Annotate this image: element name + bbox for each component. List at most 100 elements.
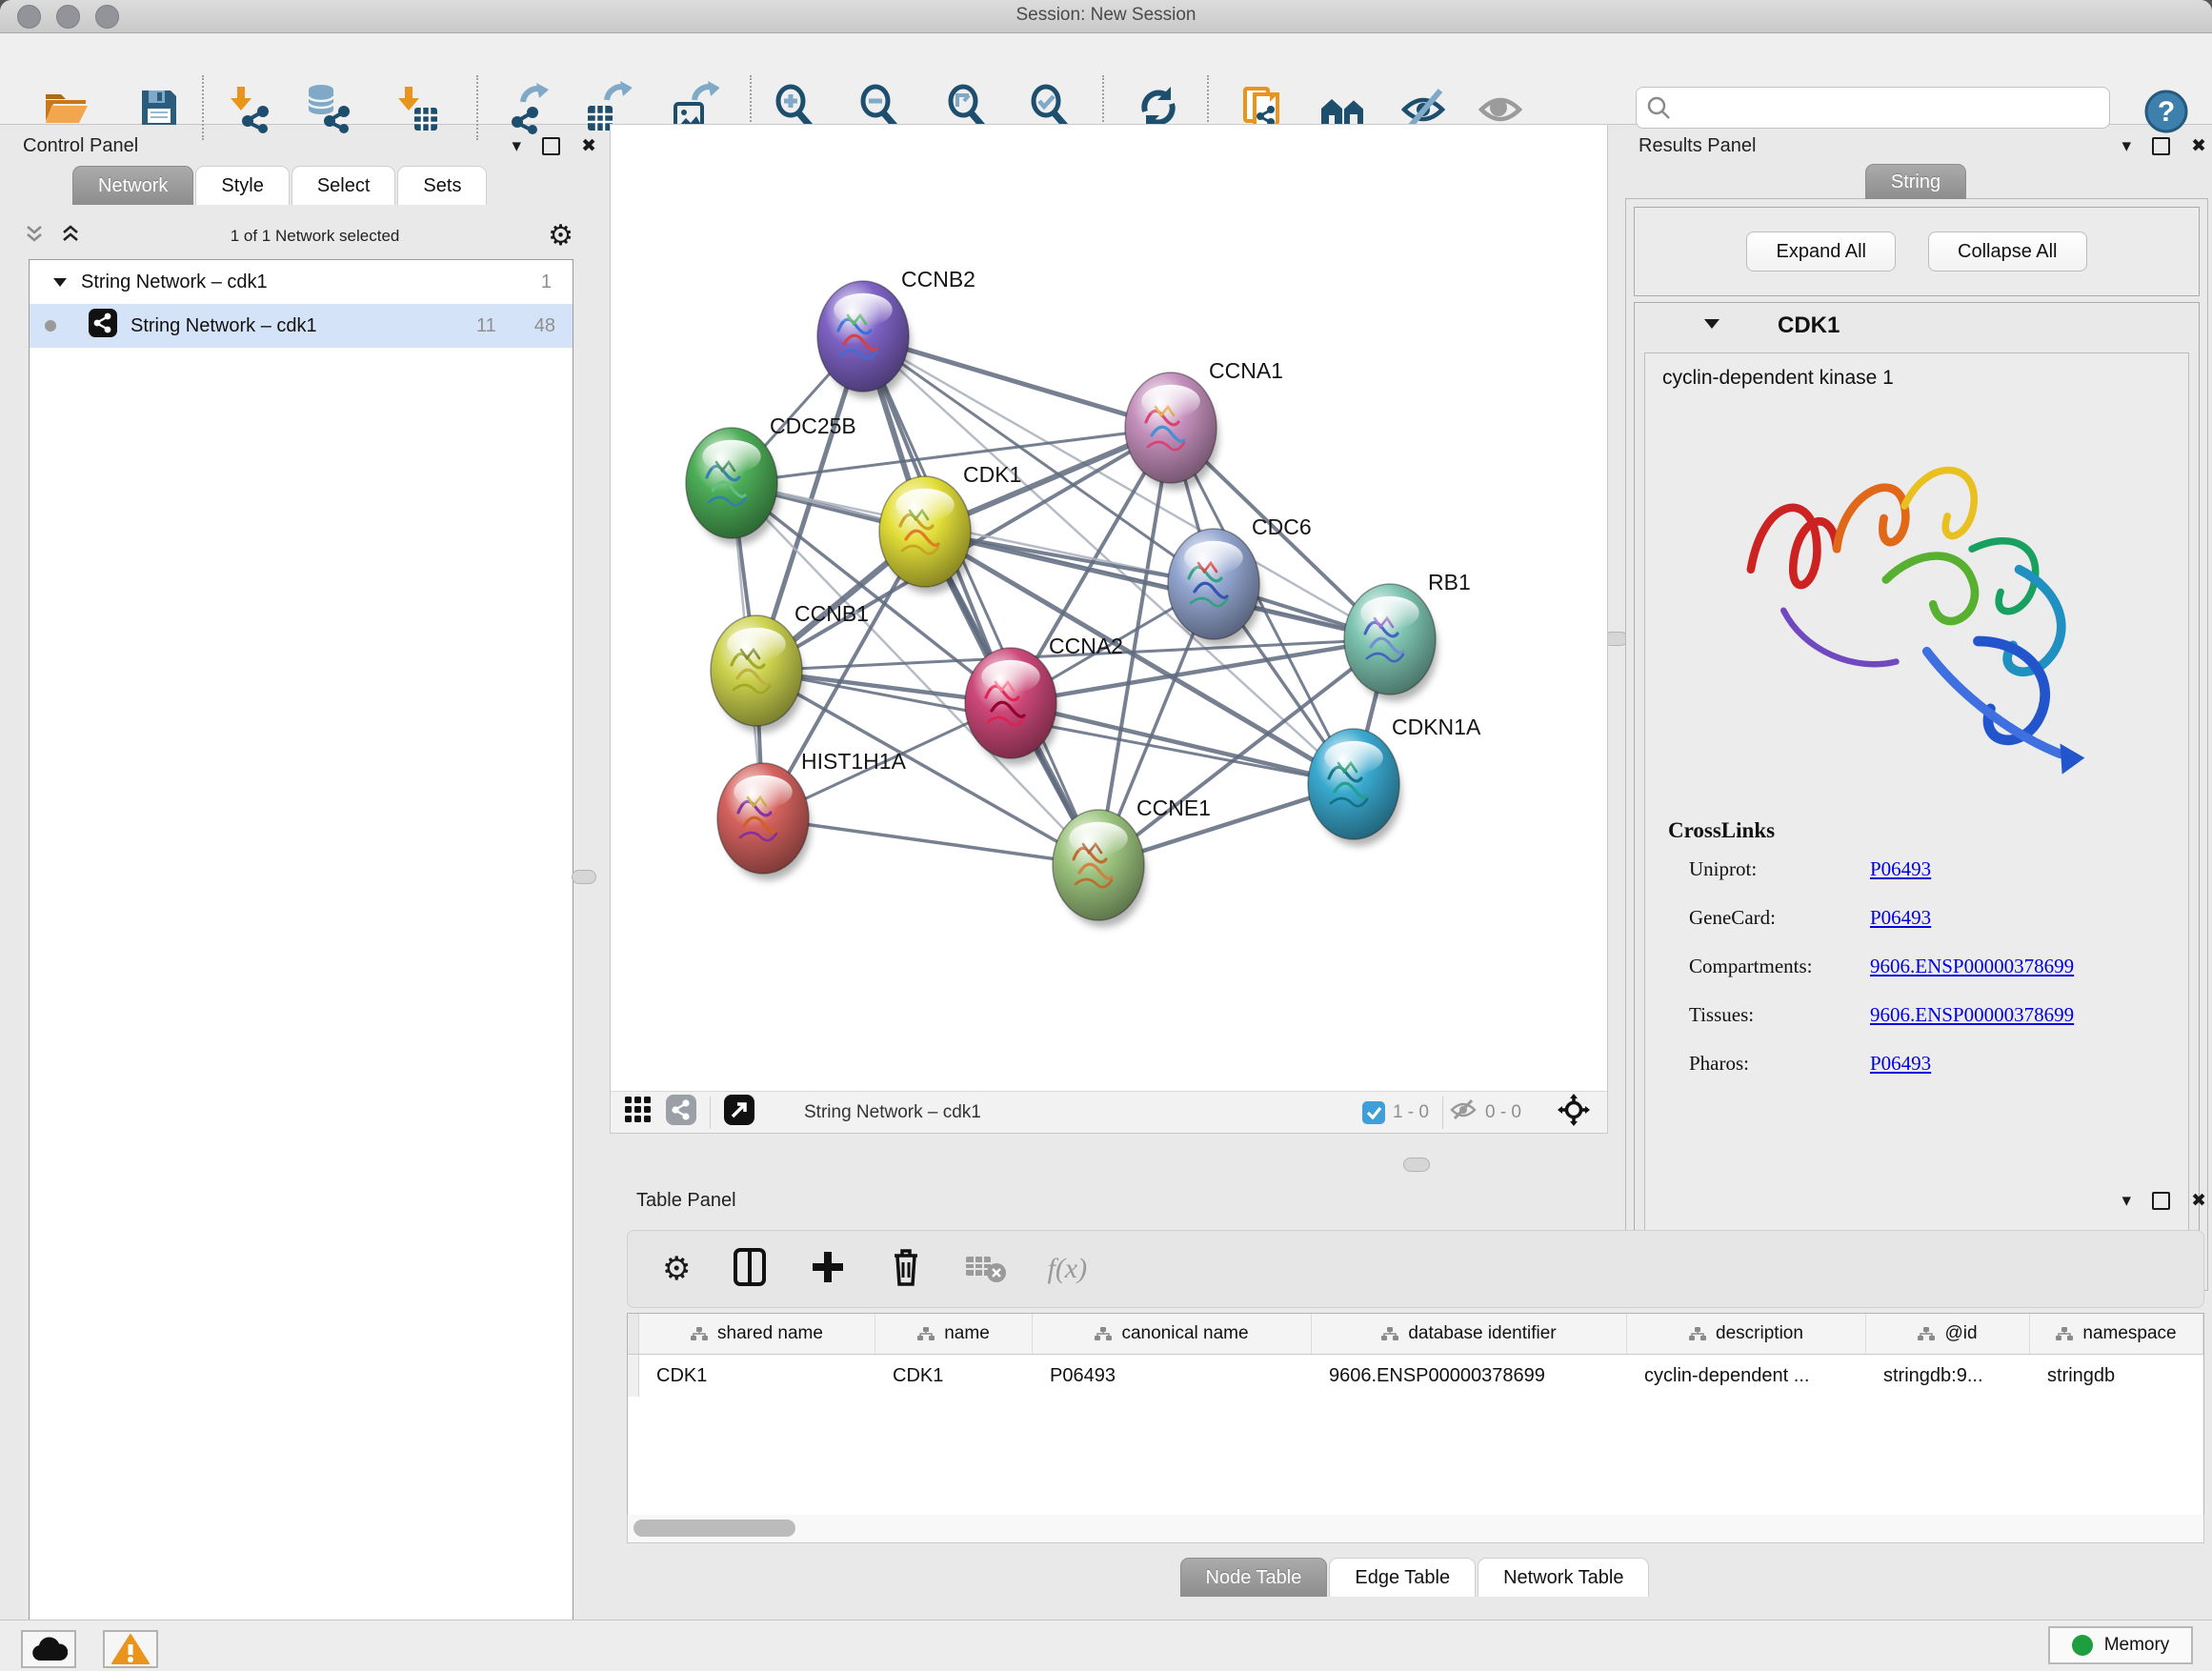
tab-sets[interactable]: Sets xyxy=(397,166,487,205)
network-edge-CDK1-RB1[interactable] xyxy=(925,532,1390,639)
tab-string[interactable]: String xyxy=(1865,164,1966,199)
scrollbar-thumb[interactable] xyxy=(633,1520,795,1537)
control-panel: Control Panel ▾ ✖ NetworkStyleSelectSets… xyxy=(10,124,602,1597)
network-node-CCNA2[interactable] xyxy=(965,648,1058,765)
crosslink-compartments-[interactable]: 9606.ENSP00000378699 xyxy=(1870,955,2074,978)
left-splitter-handle[interactable] xyxy=(572,870,596,884)
network-node-HIST1H1A[interactable] xyxy=(717,763,811,880)
tab-select[interactable]: Select xyxy=(292,166,396,205)
memory-button[interactable]: Memory xyxy=(2048,1626,2193,1664)
tab-network[interactable]: Network xyxy=(72,166,193,205)
collection-expand-icon[interactable] xyxy=(52,272,68,293)
warnings-button[interactable] xyxy=(103,1630,158,1668)
table-options-gear-icon[interactable]: ⚙ xyxy=(662,1253,691,1285)
warning-icon xyxy=(111,1633,150,1665)
crosslink-label: Compartments: xyxy=(1689,955,1870,978)
table-close-icon[interactable]: ✖ xyxy=(2191,1192,2206,1210)
network-options-gear-icon[interactable]: ⚙ xyxy=(548,222,573,251)
main-toolbar: ? xyxy=(0,33,2212,125)
add-column-icon[interactable] xyxy=(809,1248,847,1291)
crosslink-pharos-[interactable]: P06493 xyxy=(1870,1052,1931,1076)
network-current-dot-icon xyxy=(45,320,56,332)
node-label-CCNE1: CCNE1 xyxy=(1136,795,1211,820)
crosslink-label: Uniprot: xyxy=(1689,857,1870,881)
network-edge-CCNA2-CDKN1A[interactable] xyxy=(1011,703,1354,784)
results-panel: Results Panel ▾ ✖ String Expand All Coll… xyxy=(1621,124,2212,1177)
column-header-database-identifier[interactable]: database identifier xyxy=(1312,1314,1627,1354)
column-header-description[interactable]: description xyxy=(1627,1314,1866,1354)
panel-close-icon[interactable]: ✖ xyxy=(581,137,596,155)
column-header-name[interactable]: name xyxy=(875,1314,1033,1354)
crosslink-uniprot-[interactable]: P06493 xyxy=(1870,857,1931,881)
network-view-panel: CCNB2CCNA1CDC25BCDK1CDC6RB1CCNB1CCNA2CDK… xyxy=(610,124,1608,1134)
node-label-HIST1H1A: HIST1H1A xyxy=(801,749,907,774)
expand-all-networks-icon[interactable] xyxy=(59,224,82,250)
hidden-count: 0 - 0 xyxy=(1485,1102,1521,1123)
cell-shared-name[interactable]: CDK1 xyxy=(639,1355,875,1397)
cell--id[interactable]: stringdb:9... xyxy=(1866,1355,2030,1397)
selected-nodes-checkbox[interactable] xyxy=(1362,1101,1385,1124)
panel-menu-icon[interactable]: ▾ xyxy=(513,137,522,155)
column-header-canonical-name[interactable]: canonical name xyxy=(1033,1314,1312,1354)
network-node-CDC25B[interactable] xyxy=(686,428,779,545)
gene-expand-icon[interactable] xyxy=(1703,317,1720,334)
column-header--id[interactable]: @id xyxy=(1866,1314,2030,1354)
network-canvas[interactable]: CCNB2CCNA1CDC25BCDK1CDC6RB1CCNB1CCNA2CDK… xyxy=(611,125,1607,1091)
network-node-RB1[interactable] xyxy=(1344,584,1438,701)
network-view-share-icon[interactable] xyxy=(666,1095,696,1130)
cell-canonical-name[interactable]: P06493 xyxy=(1033,1355,1312,1397)
table-menu-icon[interactable]: ▾ xyxy=(2122,1192,2132,1210)
results-menu-icon[interactable]: ▾ xyxy=(2122,137,2132,155)
collapse-all-networks-icon[interactable] xyxy=(23,224,46,250)
tab-network-table[interactable]: Network Table xyxy=(1478,1558,1649,1597)
delete-table-icon[interactable] xyxy=(965,1251,1007,1288)
network-edge-HIST1H1A-CCNE1[interactable] xyxy=(763,818,1098,865)
table-horizontal-scrollbar[interactable] xyxy=(627,1515,2204,1543)
column-header-shared-name[interactable]: shared name xyxy=(639,1314,875,1354)
cell-database-identifier[interactable]: 9606.ENSP00000378699 xyxy=(1312,1355,1627,1397)
cell-description[interactable]: cyclin-dependent ... xyxy=(1627,1355,1866,1397)
tab-node-table[interactable]: Node Table xyxy=(1180,1558,1328,1597)
gene-details: cyclin-dependent kinase 1 xyxy=(1644,352,2189,1255)
network-edge-CCNB2-CCNE1[interactable] xyxy=(863,336,1098,865)
network-node-CDK1[interactable] xyxy=(879,476,973,594)
delete-column-trash-icon[interactable] xyxy=(887,1246,925,1293)
node-label-CCNB1: CCNB1 xyxy=(794,601,869,626)
panel-float-icon[interactable] xyxy=(542,137,560,155)
grid-view-icon[interactable] xyxy=(624,1096,653,1129)
bottom-splitter-handle[interactable] xyxy=(1403,1158,1430,1172)
network-node-CCNB2[interactable] xyxy=(817,281,911,398)
crosslink-label: Tissues: xyxy=(1689,1003,1870,1027)
crosslink-tissues-[interactable]: 9606.ENSP00000378699 xyxy=(1870,1003,2074,1027)
node-label-CDC6: CDC6 xyxy=(1252,514,1312,539)
crosslink-genecard-[interactable]: P06493 xyxy=(1870,906,1931,930)
collapse-all-button[interactable]: Collapse All xyxy=(1928,232,2087,272)
table-float-icon[interactable] xyxy=(2152,1192,2170,1210)
network-node-CDKN1A[interactable] xyxy=(1308,729,1401,846)
show-columns-icon[interactable] xyxy=(731,1246,769,1293)
search-input[interactable] xyxy=(1679,97,2100,119)
cloud-status-button[interactable] xyxy=(21,1630,76,1668)
results-close-icon[interactable]: ✖ xyxy=(2191,137,2206,155)
results-float-icon[interactable] xyxy=(2152,137,2170,155)
table-data-row[interactable]: CDK1CDK1P064939606.ENSP00000378699cyclin… xyxy=(628,1355,2203,1397)
cell-namespace[interactable]: stringdb xyxy=(2030,1355,2203,1397)
crosslink-row: Pharos:P06493 xyxy=(1645,1039,2188,1088)
crosslink-label: GeneCard: xyxy=(1689,906,1870,930)
column-header-namespace[interactable]: namespace xyxy=(2030,1314,2203,1354)
network-node-CCNA1[interactable] xyxy=(1125,372,1218,490)
search-field[interactable] xyxy=(1636,87,2110,129)
birds-eye-crosshair-icon[interactable] xyxy=(1558,1094,1590,1131)
node-table: shared namenamecanonical namedatabase id… xyxy=(627,1313,2204,1517)
function-builder-icon[interactable]: f(x) xyxy=(1047,1253,1087,1285)
tab-edge-table[interactable]: Edge Table xyxy=(1329,1558,1476,1597)
tab-style[interactable]: Style xyxy=(195,166,289,205)
hidden-eye-icon[interactable] xyxy=(1449,1097,1478,1127)
network-collection-row[interactable]: String Network – cdk1 1 xyxy=(30,260,573,304)
network-row-selected[interactable]: String Network – cdk1 11 48 xyxy=(30,304,573,348)
network-node-CCNE1[interactable] xyxy=(1053,810,1146,927)
network-node-CCNB1[interactable] xyxy=(711,615,804,733)
detach-view-icon[interactable] xyxy=(724,1095,754,1130)
cell-name[interactable]: CDK1 xyxy=(875,1355,1033,1397)
expand-all-button[interactable]: Expand All xyxy=(1746,232,1896,272)
